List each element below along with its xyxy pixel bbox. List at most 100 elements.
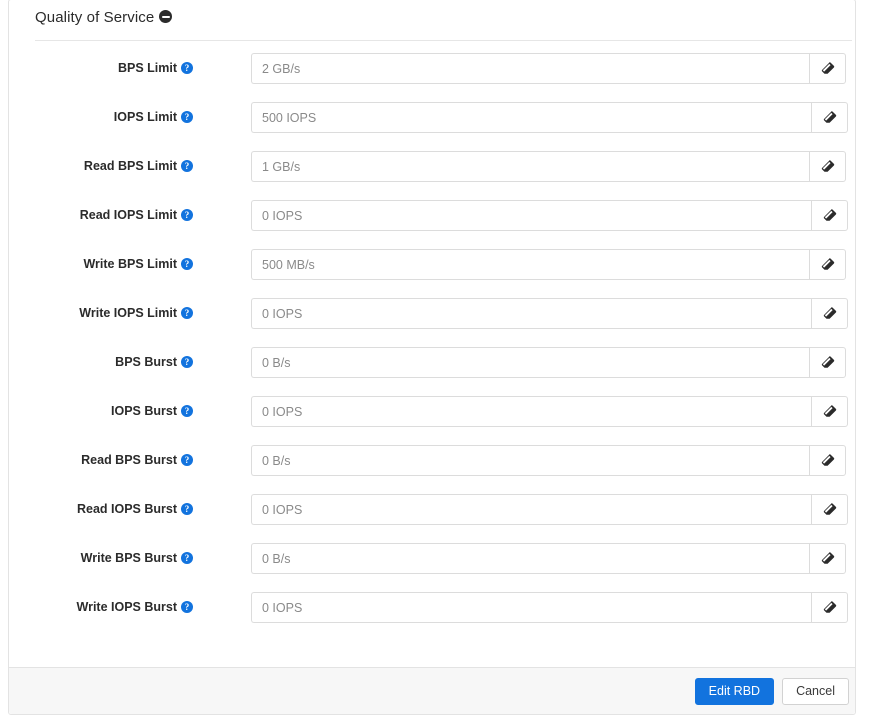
qos-value-input[interactable] (251, 200, 811, 231)
form-row: Read IOPS Limit? (9, 200, 855, 231)
eraser-icon (823, 111, 837, 123)
eraser-icon (823, 601, 837, 613)
form-row: BPS Limit? (9, 53, 855, 84)
eraser-button[interactable] (809, 151, 846, 182)
form-row: IOPS Burst? (9, 396, 855, 427)
eraser-button[interactable] (811, 396, 848, 427)
card-header: Quality of Service (9, 0, 855, 41)
eraser-icon (821, 454, 835, 466)
input-group (251, 396, 848, 427)
qos-value-input[interactable] (251, 249, 809, 280)
field-label: IOPS Burst? (9, 396, 193, 427)
help-icon-glyph: ? (184, 602, 190, 612)
qos-value-input[interactable] (251, 445, 809, 476)
input-group (251, 445, 846, 476)
eraser-icon (821, 258, 835, 270)
help-icon-glyph: ? (184, 455, 190, 465)
help-circle-icon[interactable]: ? (181, 111, 193, 123)
input-group (251, 102, 848, 133)
help-icon-glyph: ? (184, 357, 190, 367)
eraser-button[interactable] (809, 543, 846, 574)
input-group (251, 298, 848, 329)
eraser-button[interactable] (809, 445, 846, 476)
qos-value-input[interactable] (251, 102, 811, 133)
help-circle-icon[interactable]: ? (181, 405, 193, 417)
eraser-button[interactable] (809, 347, 846, 378)
help-circle-icon[interactable]: ? (181, 601, 193, 613)
qos-value-input[interactable] (251, 494, 811, 525)
help-circle-icon[interactable]: ? (181, 62, 193, 74)
eraser-icon (821, 62, 835, 74)
help-icon-glyph: ? (184, 210, 190, 220)
eraser-icon (823, 307, 837, 319)
page-title: Quality of Service (35, 9, 173, 26)
eraser-button[interactable] (811, 298, 848, 329)
help-icon-glyph: ? (184, 308, 190, 318)
eraser-icon (821, 552, 835, 564)
eraser-button[interactable] (811, 200, 848, 231)
help-icon-glyph: ? (184, 406, 190, 416)
field-label: Write IOPS Limit? (9, 298, 193, 329)
field-label: BPS Burst? (9, 347, 193, 378)
qos-value-input[interactable] (251, 298, 811, 329)
help-circle-icon[interactable]: ? (181, 552, 193, 564)
help-circle-icon[interactable]: ? (181, 503, 193, 515)
field-label-text: BPS Limit (117, 61, 177, 75)
eraser-button[interactable] (811, 494, 848, 525)
field-label-text: Write BPS Limit (83, 257, 177, 271)
form-row: Read IOPS Burst? (9, 494, 855, 525)
form-row: Write BPS Limit? (9, 249, 855, 280)
qos-value-input[interactable] (251, 396, 811, 427)
card-footer: Edit RBD Cancel (9, 667, 855, 714)
qos-value-input[interactable] (251, 543, 809, 574)
help-circle-icon[interactable]: ? (181, 307, 193, 319)
help-circle-icon[interactable]: ? (181, 356, 193, 368)
input-group (251, 151, 846, 182)
field-label-text: BPS Burst (115, 355, 177, 369)
field-label-text: Write BPS Burst (80, 551, 177, 565)
qos-value-input[interactable] (251, 151, 809, 182)
field-label: Read BPS Limit? (9, 151, 193, 182)
minus-circle-icon[interactable] (159, 10, 173, 23)
qos-value-input[interactable] (251, 592, 811, 623)
eraser-button[interactable] (811, 102, 848, 133)
field-label: Read IOPS Burst? (9, 494, 193, 525)
field-label-text: Read BPS Burst (81, 453, 177, 467)
card-title-text: Quality of Service (35, 9, 155, 26)
cancel-button[interactable]: Cancel (782, 677, 849, 705)
help-circle-icon[interactable]: ? (181, 258, 193, 270)
eraser-icon (821, 356, 835, 368)
field-label-text: Read IOPS Burst (76, 502, 177, 516)
help-icon-glyph: ? (184, 553, 190, 563)
qos-value-input[interactable] (251, 347, 809, 378)
input-group (251, 347, 846, 378)
field-label: Write BPS Limit? (9, 249, 193, 280)
field-label-text: Write IOPS Burst (76, 600, 177, 614)
input-group (251, 592, 848, 623)
form-row: Write BPS Burst? (9, 543, 855, 574)
help-circle-icon[interactable]: ? (181, 454, 193, 466)
eraser-button[interactable] (811, 592, 848, 623)
field-label: Write BPS Burst? (9, 543, 193, 574)
help-circle-icon[interactable]: ? (181, 160, 193, 172)
help-icon-glyph: ? (184, 112, 190, 122)
help-circle-icon[interactable]: ? (181, 209, 193, 221)
eraser-icon (823, 503, 837, 515)
field-label-text: Write IOPS Limit (79, 306, 177, 320)
field-label-text: Read BPS Limit (83, 159, 177, 173)
quality-of-service-card: Quality of Service BPS Limit?IOPS Limit?… (8, 0, 856, 715)
form-row: Write IOPS Burst? (9, 592, 855, 623)
qos-value-input[interactable] (251, 53, 809, 84)
eraser-icon (821, 160, 835, 172)
eraser-button[interactable] (809, 53, 846, 84)
field-label-text: Read IOPS Limit (79, 208, 177, 222)
help-icon-glyph: ? (184, 259, 190, 269)
form-row: IOPS Limit? (9, 102, 855, 133)
help-icon-glyph: ? (184, 504, 190, 514)
eraser-button[interactable] (809, 249, 846, 280)
form-row: BPS Burst? (9, 347, 855, 378)
form-row: Read BPS Burst? (9, 445, 855, 476)
field-label: Write IOPS Burst? (9, 592, 193, 623)
edit-rbd-button[interactable]: Edit RBD (694, 677, 775, 705)
input-group (251, 53, 846, 84)
